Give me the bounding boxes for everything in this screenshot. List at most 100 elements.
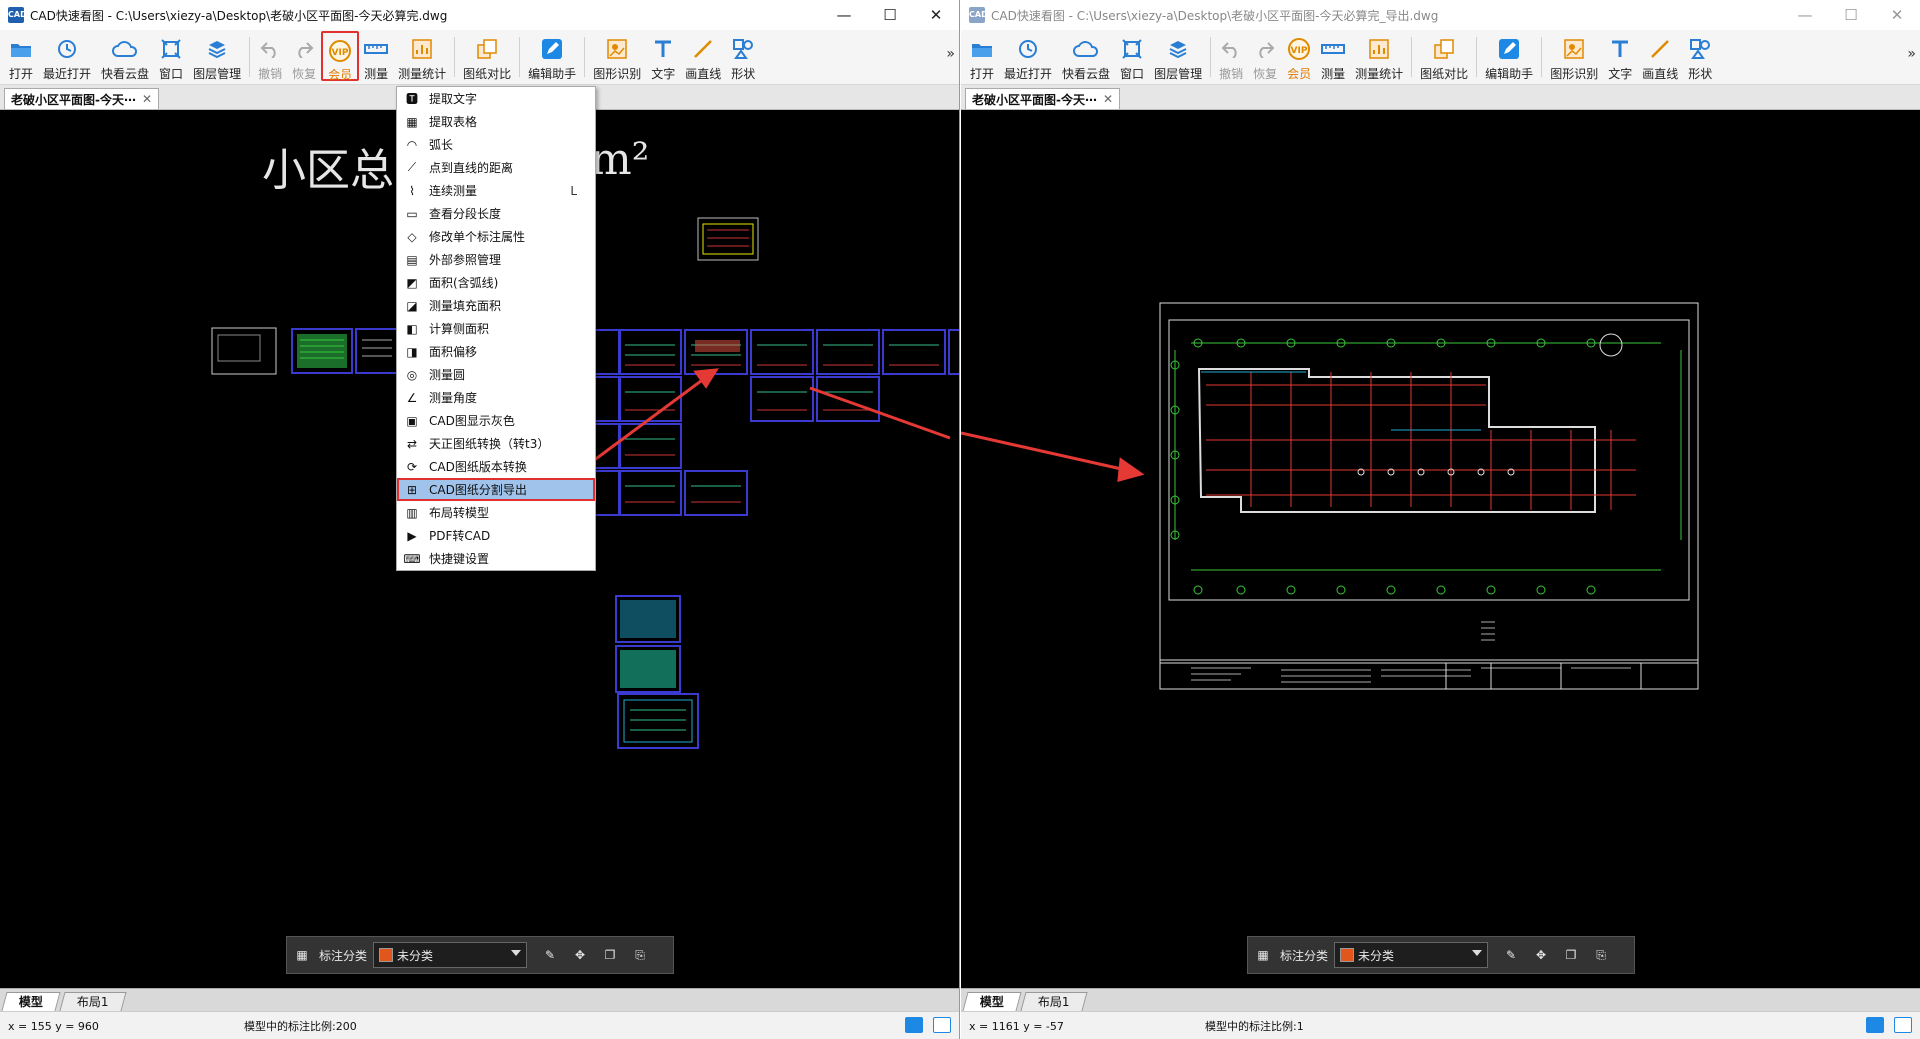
close-tab-icon[interactable]: ✕ bbox=[1103, 92, 1113, 106]
paste-icon[interactable]: ⎘ bbox=[625, 948, 655, 963]
edit-annotation-icon[interactable]: ✎ bbox=[1496, 948, 1526, 962]
measure-button[interactable]: 测量 bbox=[1316, 30, 1350, 82]
annotation-category-select[interactable]: 未分类 bbox=[1334, 942, 1489, 968]
recent-button[interactable]: 最近打开 bbox=[38, 30, 96, 82]
menu-item-pdf-to-cad[interactable]: ▶ PDF转CAD bbox=[397, 524, 595, 547]
menu-item-extract-text[interactable]: 🆃 提取文字 bbox=[397, 87, 595, 110]
tab-model[interactable]: 模型 bbox=[1, 992, 61, 1011]
recent-button[interactable]: 最近打开 bbox=[999, 30, 1057, 82]
tab-layout1[interactable]: 布局1 bbox=[59, 992, 127, 1011]
tab-layout1[interactable]: 布局1 bbox=[1020, 992, 1088, 1011]
minimize-button[interactable]: — bbox=[821, 0, 867, 30]
redo-button[interactable]: 恢复 bbox=[287, 30, 321, 82]
move-icon[interactable]: ✥ bbox=[565, 948, 595, 962]
minimize-button[interactable]: — bbox=[1782, 0, 1828, 30]
close-button[interactable]: ✕ bbox=[1874, 0, 1920, 30]
close-button[interactable]: ✕ bbox=[913, 0, 959, 30]
menu-item-layout-to-model[interactable]: ▥ 布局转模型 bbox=[397, 501, 595, 524]
fill-area-icon: ◪ bbox=[406, 298, 418, 313]
grid-icon[interactable]: ▦ bbox=[1248, 948, 1278, 962]
menu-item-xref-manager[interactable]: ▤ 外部参照管理 bbox=[397, 248, 595, 271]
open-button[interactable]: 打开 bbox=[965, 30, 999, 82]
ruler-icon bbox=[1321, 36, 1346, 62]
text-button[interactable]: 文字 bbox=[1603, 30, 1637, 82]
maximize-button[interactable]: ☐ bbox=[867, 0, 913, 30]
shape-button[interactable]: 形状 bbox=[726, 30, 760, 82]
edit-annotation-icon[interactable]: ✎ bbox=[535, 948, 565, 962]
copy-icon[interactable]: ❐ bbox=[1556, 948, 1586, 962]
line-button[interactable]: 画直线 bbox=[1637, 30, 1683, 82]
menu-item-extract-table[interactable]: ▦ 提取表格 bbox=[397, 110, 595, 133]
move-icon[interactable]: ✥ bbox=[1526, 948, 1556, 962]
menu-item-measure-angle[interactable]: ∠ 测量角度 bbox=[397, 386, 595, 409]
undo-button[interactable]: 撤销 bbox=[1214, 30, 1248, 82]
menu-item-segment-length[interactable]: ▭ 查看分段长度 bbox=[397, 202, 595, 225]
menu-item-version-convert[interactable]: ⟳ CAD图纸版本转换 bbox=[397, 455, 595, 478]
annotation-category-select[interactable]: 未分类 bbox=[373, 942, 528, 968]
menu-item-continuous-measure[interactable]: ⌇ 连续测量 L bbox=[397, 179, 595, 202]
line-button[interactable]: 画直线 bbox=[680, 30, 726, 82]
shape-recog-button[interactable]: 图形识别 bbox=[588, 30, 646, 82]
menu-item-area-offset[interactable]: ◨ 面积偏移 bbox=[397, 340, 595, 363]
menu-item-gray-display[interactable]: ▣ CAD图显示灰色 bbox=[397, 409, 595, 432]
screen-icon[interactable] bbox=[1894, 1017, 1912, 1033]
text-label: 文字 bbox=[651, 67, 676, 81]
menu-item-split-export[interactable]: ⊞ CAD图纸分割导出 bbox=[397, 478, 595, 501]
shape-button[interactable]: 形状 bbox=[1683, 30, 1717, 82]
undo-button[interactable]: 撤销 bbox=[253, 30, 287, 82]
cloud-button[interactable]: 快看云盘 bbox=[1057, 30, 1115, 82]
menu-item-area-arc[interactable]: ◩ 面积(含弧线) bbox=[397, 271, 595, 294]
edit-helper-button[interactable]: 编辑助手 bbox=[1480, 30, 1538, 82]
menu-item-point-to-line[interactable]: ⟋ 点到直线的距离 bbox=[397, 156, 595, 179]
paste-icon[interactable]: ⎘ bbox=[1586, 948, 1616, 963]
document-tabs: 老破小区平面图-今天⋯ ✕ bbox=[961, 85, 1920, 110]
document-tab[interactable]: 老破小区平面图-今天⋯ ✕ bbox=[4, 88, 160, 109]
menu-item-side-area[interactable]: ◧ 计算侧面积 bbox=[397, 317, 595, 340]
more-tools-button[interactable]: » bbox=[946, 46, 955, 62]
menu-item-tangent-convert[interactable]: ⇄ 天正图纸转换（转t3） bbox=[397, 432, 595, 455]
redo-label: 恢复 bbox=[292, 67, 317, 81]
compare-button[interactable]: 图纸对比 bbox=[458, 30, 516, 82]
menu-item-label: 测量角度 bbox=[429, 391, 478, 405]
menu-item-shortcut-settings[interactable]: ⌨ 快捷键设置 bbox=[397, 547, 595, 570]
tab-model[interactable]: 模型 bbox=[962, 992, 1022, 1011]
measure-stats-button[interactable]: 测量统计 bbox=[1350, 30, 1408, 82]
more-tools-button[interactable]: » bbox=[1907, 46, 1916, 62]
screen-icon[interactable] bbox=[933, 1017, 951, 1033]
layers-button[interactable]: 图层管理 bbox=[188, 30, 246, 82]
pdf-convert-icon[interactable] bbox=[1866, 1017, 1884, 1033]
maximize-button[interactable]: ☐ bbox=[1828, 0, 1874, 30]
close-tab-icon[interactable]: ✕ bbox=[142, 92, 152, 106]
measure-stats-button[interactable]: 测量统计 bbox=[393, 30, 451, 82]
window-button[interactable]: 窗口 bbox=[154, 30, 188, 82]
menu-item-modify-dimension[interactable]: ◇ 修改单个标注属性 bbox=[397, 225, 595, 248]
window-button[interactable]: 窗口 bbox=[1115, 30, 1149, 82]
menu-item-measure-circle[interactable]: ◎ 测量圆 bbox=[397, 363, 595, 386]
redo-button[interactable]: 恢复 bbox=[1248, 30, 1282, 82]
open-button[interactable]: 打开 bbox=[4, 30, 38, 82]
vip-button[interactable]: VIP 会员 bbox=[1282, 30, 1316, 82]
copy-icon[interactable]: ❐ bbox=[595, 948, 625, 962]
status-bar: x = 155 y = 960 模型中的标注比例:200 bbox=[0, 1011, 959, 1039]
text-icon bbox=[1610, 36, 1630, 62]
menu-item-arc-length[interactable]: ◠ 弧长 bbox=[397, 133, 595, 156]
document-tab[interactable]: 老破小区平面图-今天⋯ ✕ bbox=[965, 88, 1121, 109]
vip-dropdown-menu: 🆃 提取文字 ▦ 提取表格 ◠ 弧长 ⟋ 点到直线的距离 ⌇ 连续测量 L ▭ 查看分段长度 … bbox=[396, 86, 596, 571]
layers-button[interactable]: 图层管理 bbox=[1149, 30, 1207, 82]
cloud-button[interactable]: 快看云盘 bbox=[96, 30, 154, 82]
drawing-canvas[interactable]: ▦ 标注分类 未分类 ✎ ✥ ❐ ⎘ bbox=[961, 110, 1920, 988]
edit-helper-button[interactable]: 编辑助手 bbox=[523, 30, 581, 82]
compare-button[interactable]: 图纸对比 bbox=[1415, 30, 1473, 82]
edit-icon bbox=[541, 36, 563, 62]
annotation-toolbar: ▦ 标注分类 未分类 ✎ ✥ ❐ ⎘ bbox=[1247, 936, 1635, 974]
vip-button[interactable]: VIP 会员 bbox=[321, 31, 360, 82]
pdf-convert-icon[interactable] bbox=[905, 1017, 923, 1033]
text-button[interactable]: 文字 bbox=[646, 30, 680, 82]
menu-item-fill-area[interactable]: ◪ 测量填充面积 bbox=[397, 294, 595, 317]
grid-icon[interactable]: ▦ bbox=[287, 948, 317, 962]
measure-button[interactable]: 测量 bbox=[359, 30, 393, 82]
shape-recog-button[interactable]: 图形识别 bbox=[1545, 30, 1603, 82]
dimension-icon: ◇ bbox=[407, 229, 417, 244]
menu-item-label: CAD图显示灰色 bbox=[429, 414, 515, 428]
shape-icon bbox=[732, 36, 754, 62]
